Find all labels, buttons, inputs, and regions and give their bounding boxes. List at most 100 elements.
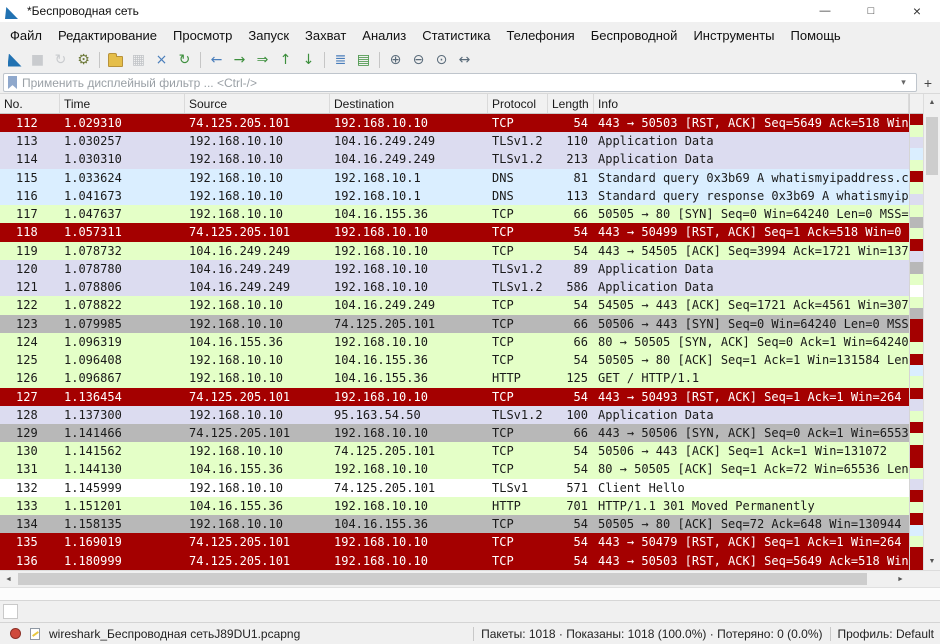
restart-capture-button[interactable]: ↻ bbox=[49, 50, 72, 71]
column-header-protocol[interactable]: Protocol bbox=[488, 94, 548, 113]
menu-item-statistics[interactable]: Статистика bbox=[414, 25, 498, 46]
minimap-stripes bbox=[910, 114, 923, 570]
cell-source: 192.168.10.10 bbox=[185, 479, 330, 497]
go-last-packet-button[interactable]: ↓ bbox=[297, 50, 320, 71]
cell-no: 124 bbox=[0, 333, 60, 351]
packet-row[interactable]: 1271.13645474.125.205.101192.168.10.10TC… bbox=[0, 388, 909, 406]
go-first-packet-button[interactable]: ↑ bbox=[274, 50, 297, 71]
go-to-packet-button[interactable]: ⇒ bbox=[251, 50, 274, 71]
column-header-source[interactable]: Source bbox=[185, 94, 330, 113]
filter-add-button[interactable]: + bbox=[919, 73, 937, 92]
packet-row[interactable]: 1131.030257192.168.10.10104.16.249.249TL… bbox=[0, 132, 909, 150]
colorize-packets-button[interactable]: ▤ bbox=[352, 50, 375, 71]
resize-columns-button[interactable]: ↔ bbox=[453, 50, 476, 71]
cell-destination: 192.168.10.1 bbox=[330, 187, 488, 205]
menu-item-help[interactable]: Помощь bbox=[783, 25, 849, 46]
vertical-scroll-thumb[interactable] bbox=[926, 117, 938, 175]
cell-length: 81 bbox=[548, 169, 594, 187]
menu-item-view[interactable]: Просмотр bbox=[165, 25, 240, 46]
scroll-down-arrow-icon[interactable]: ▼ bbox=[924, 553, 940, 570]
packet-row[interactable]: 1261.096867192.168.10.10104.16.155.36HTT… bbox=[0, 369, 909, 387]
display-filter-input[interactable] bbox=[22, 76, 893, 90]
cell-length: 54 bbox=[548, 515, 594, 533]
packet-row[interactable]: 1301.141562192.168.10.1074.125.205.101TC… bbox=[0, 442, 909, 460]
capture-comment-icon[interactable] bbox=[26, 625, 44, 643]
stop-capture-button[interactable]: ■ bbox=[26, 50, 49, 71]
packet-row[interactable]: 1351.16901974.125.205.101192.168.10.10TC… bbox=[0, 533, 909, 551]
zoom-original-button[interactable]: ⊙ bbox=[430, 50, 453, 71]
packet-row[interactable]: 1191.078732104.16.249.249192.168.10.10TC… bbox=[0, 242, 909, 260]
cell-time: 1.030310 bbox=[60, 150, 185, 168]
go-forward-button[interactable]: → bbox=[228, 50, 251, 71]
packet-row[interactable]: 1251.096408192.168.10.10104.16.155.36TCP… bbox=[0, 351, 909, 369]
title-bar[interactable]: *Беспроводная сеть — □ × bbox=[0, 0, 940, 22]
cell-destination: 104.16.249.249 bbox=[330, 296, 488, 314]
profile-label[interactable]: Профиль: Default bbox=[838, 627, 935, 641]
expert-info-icon[interactable] bbox=[6, 625, 24, 643]
packet-row[interactable]: 1201.078780104.16.249.249192.168.10.10TL… bbox=[0, 260, 909, 278]
maximize-button[interactable]: □ bbox=[848, 0, 894, 22]
column-header-time[interactable]: Time bbox=[60, 94, 185, 113]
minimize-button[interactable]: — bbox=[802, 0, 848, 22]
packet-row[interactable]: 1121.02931074.125.205.101192.168.10.10TC… bbox=[0, 114, 909, 132]
vertical-scrollbar[interactable]: ▲ ▼ bbox=[923, 94, 940, 570]
display-filter-box[interactable]: ▾ bbox=[3, 73, 917, 92]
menu-item-go[interactable]: Запуск bbox=[240, 25, 297, 46]
cell-length: 213 bbox=[548, 150, 594, 168]
menu-item-wireless[interactable]: Беспроводной bbox=[583, 25, 686, 46]
packet-row[interactable]: 1321.145999192.168.10.1074.125.205.101TL… bbox=[0, 479, 909, 497]
horizontal-scroll-track[interactable] bbox=[17, 571, 892, 587]
packet-row[interactable]: 1141.030310192.168.10.10104.16.249.249TL… bbox=[0, 150, 909, 168]
menu-item-file[interactable]: Файл bbox=[2, 25, 50, 46]
capture-options-button[interactable]: ⚙ bbox=[72, 50, 95, 71]
packet-row[interactable]: 1171.047637192.168.10.10104.16.155.36TCP… bbox=[0, 205, 909, 223]
packet-row[interactable]: 1221.078822192.168.10.10104.16.249.249TC… bbox=[0, 296, 909, 314]
menu-item-capture[interactable]: Захват bbox=[297, 25, 354, 46]
zoom-out-button[interactable]: ⊖ bbox=[407, 50, 430, 71]
autoscroll-button[interactable]: ≣ bbox=[329, 50, 352, 71]
horizontal-scroll-thumb[interactable] bbox=[18, 573, 867, 585]
filter-history-dropdown-icon[interactable]: ▾ bbox=[895, 73, 912, 92]
go-back-button[interactable]: ← bbox=[205, 50, 228, 71]
close-file-button[interactable]: × bbox=[150, 50, 173, 71]
open-file-button[interactable] bbox=[104, 50, 127, 71]
cell-length: 66 bbox=[548, 424, 594, 442]
packet-row[interactable]: 1241.096319104.16.155.36192.168.10.10TCP… bbox=[0, 333, 909, 351]
zoom-in-button[interactable]: ⊕ bbox=[384, 50, 407, 71]
cell-time: 1.096319 bbox=[60, 333, 185, 351]
scroll-right-arrow-icon[interactable]: ► bbox=[892, 571, 909, 587]
horizontal-scrollbar[interactable]: ◄ ► bbox=[0, 570, 940, 587]
packet-row[interactable]: 1161.041673192.168.10.10192.168.10.1DNS1… bbox=[0, 187, 909, 205]
packet-row[interactable]: 1181.05731174.125.205.101192.168.10.10TC… bbox=[0, 223, 909, 241]
column-header-length[interactable]: Length bbox=[548, 94, 594, 113]
packet-minimap[interactable] bbox=[909, 94, 923, 570]
cell-destination: 192.168.10.10 bbox=[330, 278, 488, 296]
window-controls: — □ × bbox=[802, 0, 940, 22]
scroll-left-arrow-icon[interactable]: ◄ bbox=[0, 571, 17, 587]
filter-bookmark-icon[interactable] bbox=[8, 76, 17, 89]
column-header-no[interactable]: No. bbox=[0, 94, 60, 113]
packet-row[interactable]: 1361.18099974.125.205.101192.168.10.10TC… bbox=[0, 552, 909, 570]
column-header-destination[interactable]: Destination bbox=[330, 94, 488, 113]
scroll-up-arrow-icon[interactable]: ▲ bbox=[924, 94, 940, 111]
menu-item-edit[interactable]: Редактирование bbox=[50, 25, 165, 46]
packet-row[interactable]: 1281.137300192.168.10.1095.163.54.50TLSv… bbox=[0, 406, 909, 424]
menu-item-analyze[interactable]: Анализ bbox=[354, 25, 414, 46]
vertical-scroll-track[interactable] bbox=[924, 111, 940, 553]
column-header-info[interactable]: Info bbox=[594, 94, 909, 113]
packet-row[interactable]: 1341.158135192.168.10.10104.16.155.36TCP… bbox=[0, 515, 909, 533]
packet-row[interactable]: 1331.151201104.16.155.36192.168.10.10HTT… bbox=[0, 497, 909, 515]
reload-file-button[interactable]: ↻ bbox=[173, 50, 196, 71]
cell-destination: 192.168.10.10 bbox=[330, 223, 488, 241]
save-file-button[interactable]: ▦ bbox=[127, 50, 150, 71]
start-capture-button[interactable] bbox=[3, 50, 26, 71]
close-button[interactable]: × bbox=[894, 0, 940, 22]
menu-item-telephony[interactable]: Телефония bbox=[498, 25, 582, 46]
packet-row[interactable]: 1211.078806104.16.249.249192.168.10.10TL… bbox=[0, 278, 909, 296]
packet-row[interactable]: 1291.14146674.125.205.101192.168.10.10TC… bbox=[0, 424, 909, 442]
menu-item-tools[interactable]: Инструменты bbox=[685, 25, 782, 46]
packet-row[interactable]: 1151.033624192.168.10.10192.168.10.1DNS8… bbox=[0, 169, 909, 187]
cell-destination: 192.168.10.10 bbox=[330, 460, 488, 478]
packet-row[interactable]: 1311.144130104.16.155.36192.168.10.10TCP… bbox=[0, 460, 909, 478]
packet-row[interactable]: 1231.079985192.168.10.1074.125.205.101TC… bbox=[0, 315, 909, 333]
